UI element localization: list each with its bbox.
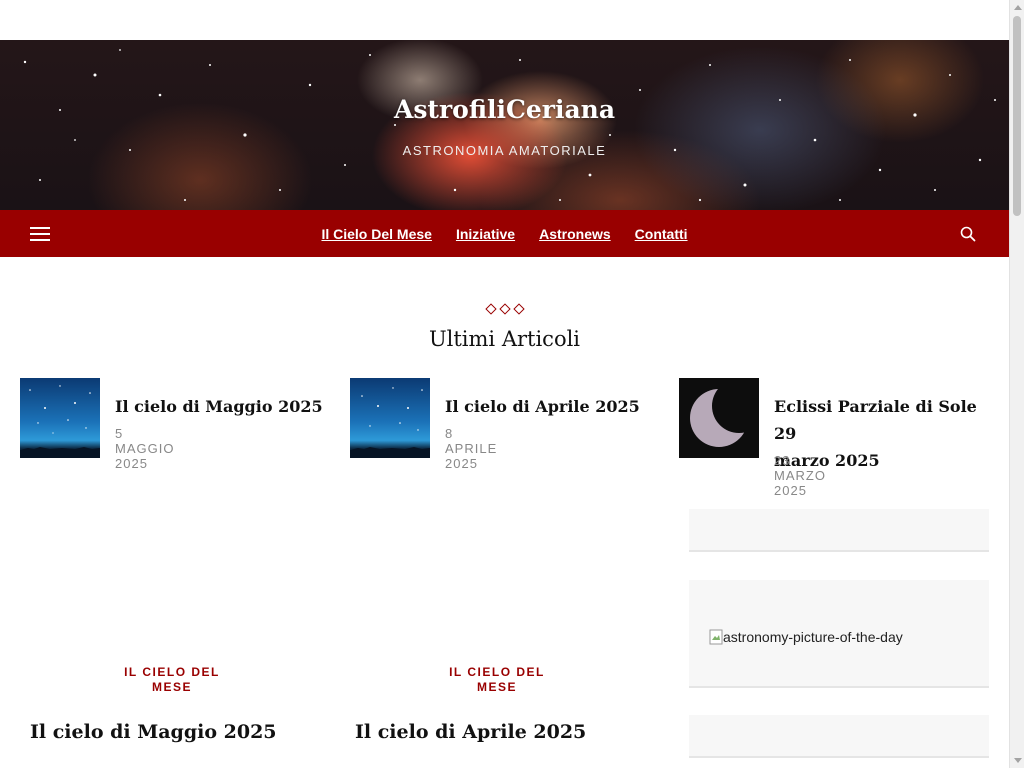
recent-post-date: 5 MAGGIO 2025 [115, 426, 175, 471]
search-icon [960, 226, 976, 242]
diamond-icon [484, 303, 497, 315]
section-divider-ornament [0, 303, 1009, 315]
site-title[interactable]: AstrofiliCeriana [0, 95, 1009, 124]
diamond-icon [498, 303, 511, 315]
starfield-background [23, 49, 996, 202]
nav-item-il-cielo-del-mese[interactable]: Il Cielo Del Mese [321, 226, 431, 242]
post-title[interactable]: Il cielo di Aprile 2025 [355, 721, 586, 743]
night-sky-image [20, 385, 100, 458]
scroll-down-button[interactable] [1010, 753, 1024, 768]
sidebar-widget [689, 509, 989, 552]
post-thumbnail[interactable] [20, 378, 100, 458]
page: AstrofiliCeriana ASTRONOMIA AMATORIALE I… [0, 0, 1009, 768]
scrollbar-thumb[interactable] [1013, 16, 1021, 216]
nav-item-astronews[interactable]: Astronews [539, 226, 611, 242]
search-button[interactable] [960, 226, 976, 242]
post-category[interactable]: IL CIELO DEL MESE [437, 665, 557, 695]
apod-widget: astronomy-picture-of-the-day [689, 580, 989, 688]
post-category-line: IL CIELO DEL [124, 665, 220, 679]
post-category-line: MESE [476, 680, 517, 694]
nav-item-iniziative[interactable]: Iniziative [456, 226, 515, 242]
arrow-up-icon [1013, 5, 1022, 10]
recent-post-date: 8 APRILE 2025 [445, 426, 498, 471]
recent-post-title[interactable]: Il cielo di Aprile 2025 [445, 393, 665, 420]
main-navigation: Il Cielo Del Mese Iniziative Astronews C… [0, 210, 1009, 257]
recent-post-title-line: Eclissi Parziale di Sole 29 [774, 397, 977, 443]
post-category[interactable]: IL CIELO DEL MESE [112, 665, 232, 695]
apod-alt-text: astronomy-picture-of-the-day [723, 629, 903, 645]
sidebar-widget [689, 715, 989, 758]
post-title[interactable]: Il cielo di Maggio 2025 [30, 721, 277, 743]
post-category-line: MESE [151, 680, 192, 694]
diamond-icon [512, 303, 525, 315]
post-category-line: IL CIELO DEL [449, 665, 545, 679]
nav-menu: Il Cielo Del Mese Iniziative Astronews C… [0, 210, 1009, 257]
vertical-scrollbar[interactable] [1009, 0, 1024, 768]
night-sky-image [350, 387, 430, 458]
nav-item-contatti[interactable]: Contatti [635, 226, 688, 242]
site-header-banner: AstrofiliCeriana ASTRONOMIA AMATORIALE [0, 40, 1009, 210]
recent-post-title[interactable]: Il cielo di Maggio 2025 [115, 393, 335, 420]
broken-image-icon [709, 629, 723, 645]
scroll-up-button[interactable] [1010, 0, 1024, 15]
apod-image[interactable]: astronomy-picture-of-the-day [709, 629, 903, 645]
site-tagline: ASTRONOMIA AMATORIALE [402, 143, 607, 158]
recent-post-date: 23 MARZO 2025 [774, 453, 826, 498]
solar-eclipse-image [690, 389, 748, 447]
post-thumbnail[interactable] [679, 378, 759, 458]
section-title: Ultimi Articoli [428, 327, 581, 351]
arrow-down-icon [1013, 758, 1022, 763]
post-thumbnail[interactable] [350, 378, 430, 458]
